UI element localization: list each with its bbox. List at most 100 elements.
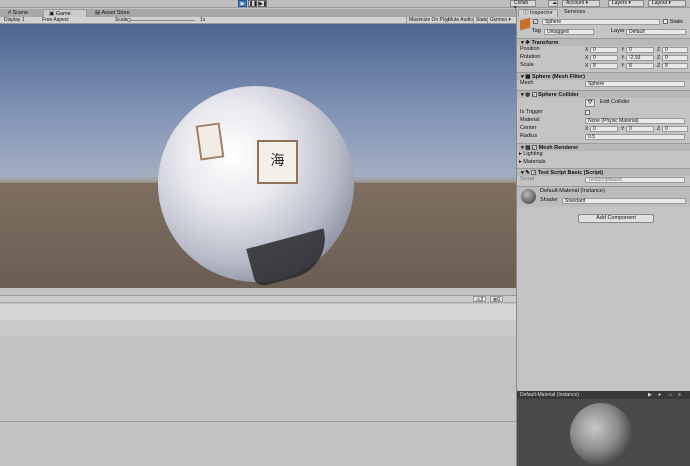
aspect-dropdown[interactable]: Free Aspect xyxy=(40,17,108,24)
tab-services-label: Services xyxy=(564,9,586,15)
material-name[interactable]: Default-Material (Instance) xyxy=(540,188,605,195)
radius-label: Radius xyxy=(520,133,538,139)
position-y-field[interactable]: 0 xyxy=(626,47,654,53)
preview-menu-icon[interactable]: ≡ xyxy=(678,392,681,398)
collider-icon: ◍ xyxy=(525,92,531,98)
preview-play-icon[interactable]: ▶ xyxy=(648,392,652,398)
shader-label: Shader xyxy=(540,197,558,203)
asset-store-icon: ▤ xyxy=(95,10,101,16)
is-trigger-checkbox[interactable] xyxy=(585,110,590,116)
scale-slider-thumb[interactable] xyxy=(127,18,131,22)
script-field: TestScriptBasic xyxy=(585,177,685,183)
mesh-renderer-title: Mesh Renderer xyxy=(538,145,579,151)
scale-slider[interactable] xyxy=(127,20,195,21)
warning-count-value: 2 xyxy=(480,297,484,303)
scale-y-field[interactable]: 8 xyxy=(626,63,654,69)
step-button[interactable]: ▶❚ xyxy=(258,0,267,7)
material-field[interactable]: None (Physic Material) xyxy=(585,118,685,124)
static-label: Static xyxy=(669,19,684,25)
material-label: Material xyxy=(520,117,540,123)
cloud-icon[interactable]: ☁ xyxy=(548,0,558,7)
center-label: Center xyxy=(520,125,537,131)
axis-x-label: X xyxy=(585,63,589,69)
rotation-y-field[interactable]: -2.93 xyxy=(626,55,654,61)
error-count[interactable]: ⊗0 xyxy=(490,296,503,303)
tab-inspector-label: Inspector xyxy=(530,10,553,16)
tab-inspector[interactable]: ⓘ Inspector xyxy=(518,9,558,17)
mesh-filter-header[interactable]: ▾ ▦ Sphere (Mesh Filter) xyxy=(517,72,690,80)
inspector-icon: ⓘ xyxy=(523,10,529,16)
layout-dropdown[interactable]: Layout ▾ xyxy=(648,0,686,7)
script-header[interactable]: ▾ ✎ ✓ Test Script Basic (Script) xyxy=(517,168,690,176)
mesh-label: Mesh xyxy=(520,80,534,86)
axis-z-label: Z xyxy=(657,63,661,69)
layer-dropdown[interactable]: Default xyxy=(626,29,686,35)
static-toggle[interactable]: Static xyxy=(663,19,683,26)
scale-x-field[interactable]: 8 xyxy=(590,63,618,69)
console-row[interactable] xyxy=(0,304,516,320)
materials-label: Materials xyxy=(523,159,546,165)
axis-y-label: Y xyxy=(621,63,625,69)
axis-y-label: Y xyxy=(621,47,625,53)
position-x-field[interactable]: 0 xyxy=(590,47,618,53)
scale-z-field[interactable]: 8 xyxy=(662,63,688,69)
display-dropdown[interactable]: Display 1 xyxy=(2,17,38,24)
console-row[interactable] xyxy=(0,320,516,336)
mesh-field[interactable]: Sphere xyxy=(585,81,685,87)
mesh-filter-title: Sphere (Mesh Filter) xyxy=(532,74,585,80)
tab-asset-store-label: Asset Store xyxy=(101,10,130,16)
tab-scene[interactable]: # Scene xyxy=(3,9,33,17)
console-toolbar xyxy=(0,295,516,303)
calligraphy-glyph: 海 xyxy=(259,142,296,182)
preview-title: Default-Material (Instance) xyxy=(520,392,579,398)
rotation-x-field[interactable]: 0 xyxy=(590,55,618,61)
script-title: Test Script Basic (Script) xyxy=(537,170,603,176)
add-component-button[interactable]: Add Component xyxy=(578,214,654,223)
active-checkbox[interactable]: ✓ xyxy=(533,19,538,26)
warning-count[interactable]: ⚠2 xyxy=(473,296,487,303)
edit-collider-button[interactable]: ⛛ xyxy=(585,99,595,107)
preview-sphere xyxy=(570,403,632,465)
materials-foldout[interactable]: ▸ Materials xyxy=(519,159,546,166)
tab-services[interactable]: Services xyxy=(560,9,589,17)
script-label: Script xyxy=(520,176,535,182)
layers-dropdown[interactable]: Layers ▾ xyxy=(608,0,644,7)
center-x-field[interactable]: 0 xyxy=(590,126,618,132)
tag-dropdown[interactable]: Untagged xyxy=(544,29,594,35)
axis-z-label: Z xyxy=(657,55,661,61)
error-count-value: 0 xyxy=(497,297,500,303)
tab-scene-label: Scene xyxy=(12,10,29,16)
rotation-z-field[interactable]: 0 xyxy=(662,55,688,61)
account-dropdown[interactable]: Account ▾ xyxy=(562,0,600,7)
layer-label: Layer xyxy=(611,28,625,34)
divider xyxy=(0,421,516,422)
pause-button[interactable]: ❚❚ xyxy=(248,0,257,7)
tag-label: Tag xyxy=(532,28,541,34)
center-z-field[interactable]: 0 xyxy=(662,126,688,132)
axis-x-label: X xyxy=(585,47,589,53)
preview-light-icon[interactable]: ☼ xyxy=(668,392,673,398)
collab-dropdown[interactable]: Collab ▾ xyxy=(510,0,536,11)
radius-field[interactable]: 0.5 xyxy=(585,134,685,140)
axis-x-label: X xyxy=(585,55,589,61)
center-y-field[interactable]: 0 xyxy=(626,126,654,132)
transform-header[interactable]: ▾ ✥ Transform xyxy=(517,38,690,46)
mesh-renderer-header[interactable]: ▾ ▧ ✓ Mesh Renderer xyxy=(517,143,690,151)
sphere-collider-header[interactable]: ▾ ◍ ✓ Sphere Collider xyxy=(517,90,690,98)
position-z-field[interactable]: 0 xyxy=(662,47,688,53)
object-name-field[interactable]: Sphere xyxy=(542,19,660,25)
material-sphere-icon xyxy=(521,189,536,204)
preview-shape-icon[interactable]: ● xyxy=(658,392,661,398)
edit-collider-icon: ⛛ xyxy=(587,100,593,106)
mute-audio-toggle[interactable]: Mute Audio xyxy=(445,17,475,24)
rotation-label: Rotation xyxy=(520,54,541,60)
lighting-foldout[interactable]: ▸ Lighting xyxy=(519,151,543,158)
lighting-label: Lighting xyxy=(523,151,543,157)
tab-asset-store[interactable]: ▤ Asset Store xyxy=(90,9,135,17)
play-button[interactable]: ▶ xyxy=(238,0,247,7)
tab-game[interactable]: ▣ Game xyxy=(43,9,87,17)
sphere-collider-title: Sphere Collider xyxy=(538,92,579,98)
shader-dropdown[interactable]: Standard xyxy=(562,198,686,204)
axis-y-label: Y xyxy=(621,126,625,132)
gizmos-dropdown[interactable]: Gizmos ▾ xyxy=(487,17,513,24)
